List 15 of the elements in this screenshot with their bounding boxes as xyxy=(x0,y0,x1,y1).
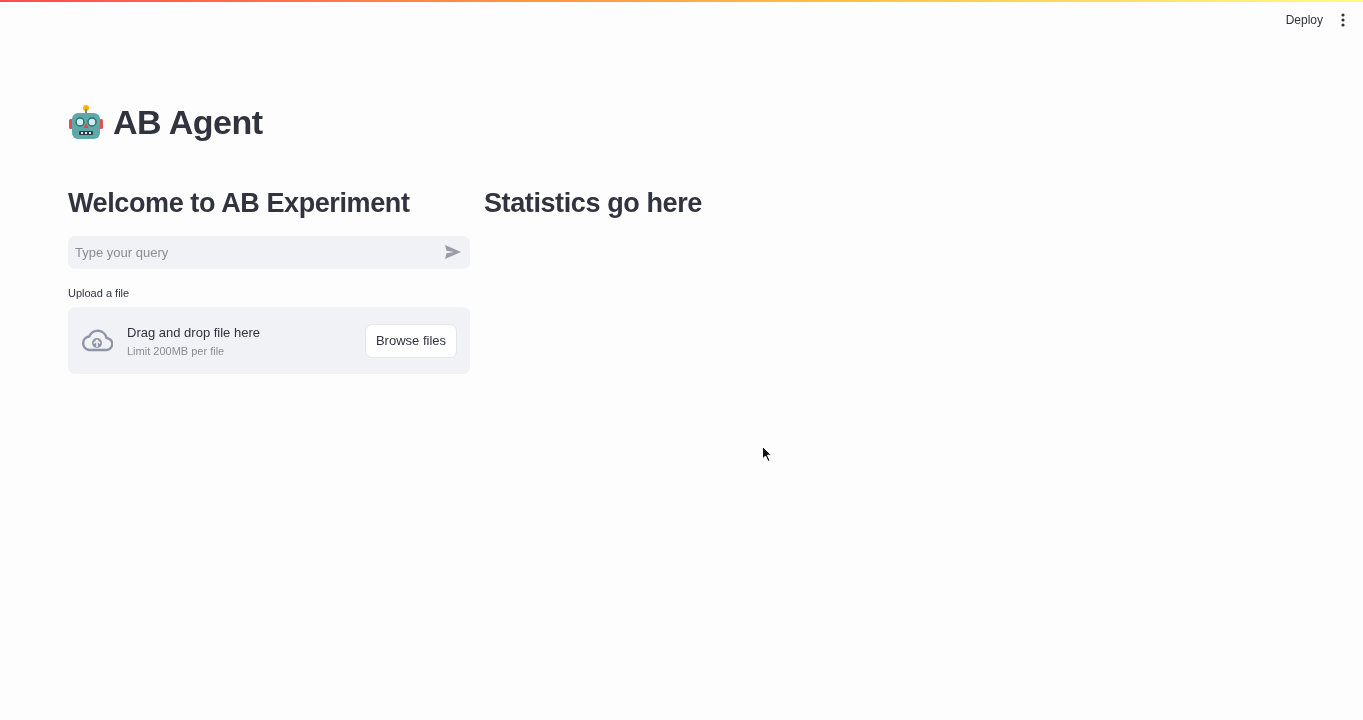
browse-files-button[interactable]: Browse files xyxy=(364,323,457,358)
chat-input-field[interactable]: Type your query xyxy=(68,236,470,269)
dropzone-instructions: Drag and drop file here xyxy=(127,324,261,340)
more-vertical-icon xyxy=(1341,13,1345,27)
file-dropzone[interactable]: Drag and drop file here Limit 200MB per file Browse files xyxy=(68,307,470,374)
upload-label: Upload a file xyxy=(68,286,131,300)
mouse-cursor-icon xyxy=(762,446,772,462)
file-size-limit: Limit 200MB per file xyxy=(127,344,226,357)
column-heading: Welcome to AB Experiment xyxy=(68,187,411,220)
send-icon xyxy=(445,245,461,259)
column-heading: Statistics go here xyxy=(484,187,703,220)
deploy-button[interactable]: Deploy xyxy=(1277,9,1331,31)
cloud-upload-icon xyxy=(81,328,113,353)
robot-icon xyxy=(68,104,104,140)
page-title: AB Agent xyxy=(113,102,263,142)
